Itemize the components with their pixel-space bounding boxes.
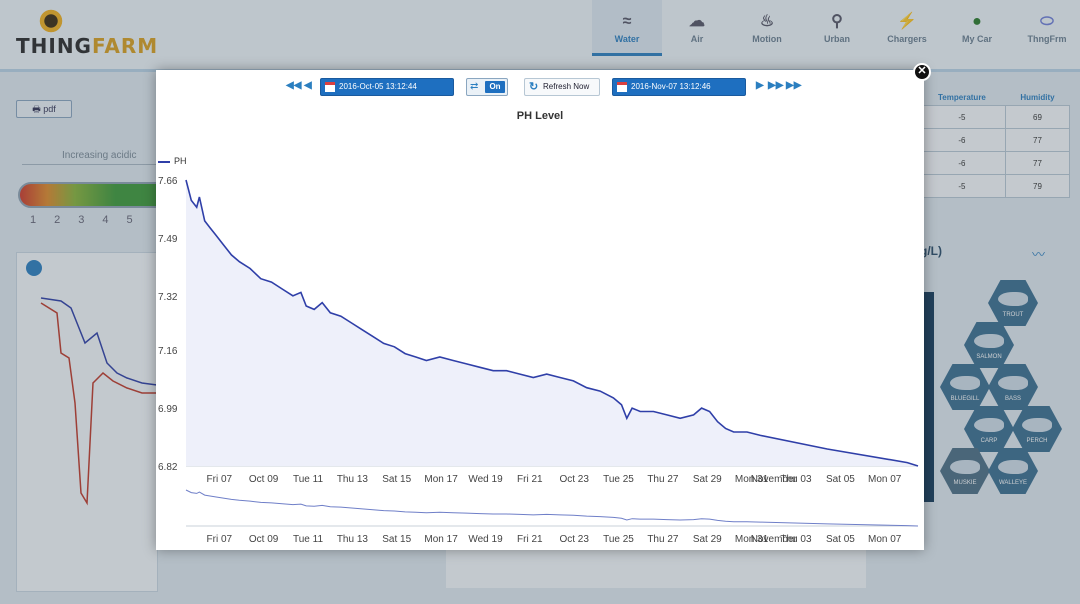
- navigator-tick-label: Thu 03: [780, 534, 812, 545]
- x-tick-label: Wed 19: [468, 474, 503, 485]
- x-tick-label: Thu 03: [780, 474, 812, 485]
- navigator-series-line: [185, 489, 919, 527]
- ph-chart-modal: ◀◀ ◀ 2016-Oct-05 13:12:44 ⇄ On ↻ Refresh …: [156, 70, 924, 550]
- y-tick-label: 6.99: [158, 404, 178, 415]
- navigator-tick-label: Fri 21: [517, 534, 543, 545]
- y-tick-label: 7.66: [158, 176, 178, 187]
- navigator-tick-label: Mon 17: [424, 534, 458, 545]
- navigator-tick-label: Oct 09: [249, 534, 279, 545]
- navigator-tick-label: Tue 25: [603, 534, 634, 545]
- x-tick-label: Oct 09: [249, 474, 279, 485]
- x-tick-label: Fri 07: [207, 474, 233, 485]
- x-tick-label: Mon 07: [868, 474, 902, 485]
- x-tick-label: Thu 13: [337, 474, 369, 485]
- x-tick-label: Mon 17: [424, 474, 458, 485]
- y-tick-label: 7.49: [158, 234, 178, 245]
- navigator-tick-label: Oct 23: [559, 534, 589, 545]
- ph-level-chart[interactable]: 7.66 7.49 7.32 7.16 6.99 6.82 Fri 07 Fri 07 Oct …: [156, 70, 924, 550]
- navigator-tick-label: Sat 15: [382, 534, 411, 545]
- ph-area-fill: [186, 180, 918, 466]
- y-tick-label: 7.32: [158, 292, 178, 303]
- x-tick-label: Oct 23: [559, 474, 589, 485]
- y-tick-label: 7.16: [158, 346, 178, 357]
- navigator-tick-label: Sat 29: [693, 534, 722, 545]
- y-tick-label: 6.82: [158, 462, 178, 473]
- x-tick-label: Sat 15: [382, 474, 411, 485]
- navigator-tick-label: Fri 07: [207, 534, 233, 545]
- x-tick-label: Sat 05: [826, 474, 855, 485]
- navigator-tick-label: Tue 11: [293, 534, 323, 545]
- x-tick-label: Tue 11: [293, 474, 323, 485]
- close-icon[interactable]: ✕: [913, 63, 931, 81]
- navigator-tick-label: Mon 07: [868, 534, 902, 545]
- navigator-tick-label: Thu 13: [337, 534, 369, 545]
- x-tick-label: Sat 29: [693, 474, 722, 485]
- navigator-tick-label: Wed 19: [468, 534, 503, 545]
- x-tick-label: Thu 27: [647, 474, 679, 485]
- x-tick-label: Fri 21: [517, 474, 543, 485]
- x-tick-label: Tue 25: [603, 474, 634, 485]
- navigator-tick-label: Sat 05: [826, 534, 855, 545]
- navigator-tick-label: Thu 27: [647, 534, 679, 545]
